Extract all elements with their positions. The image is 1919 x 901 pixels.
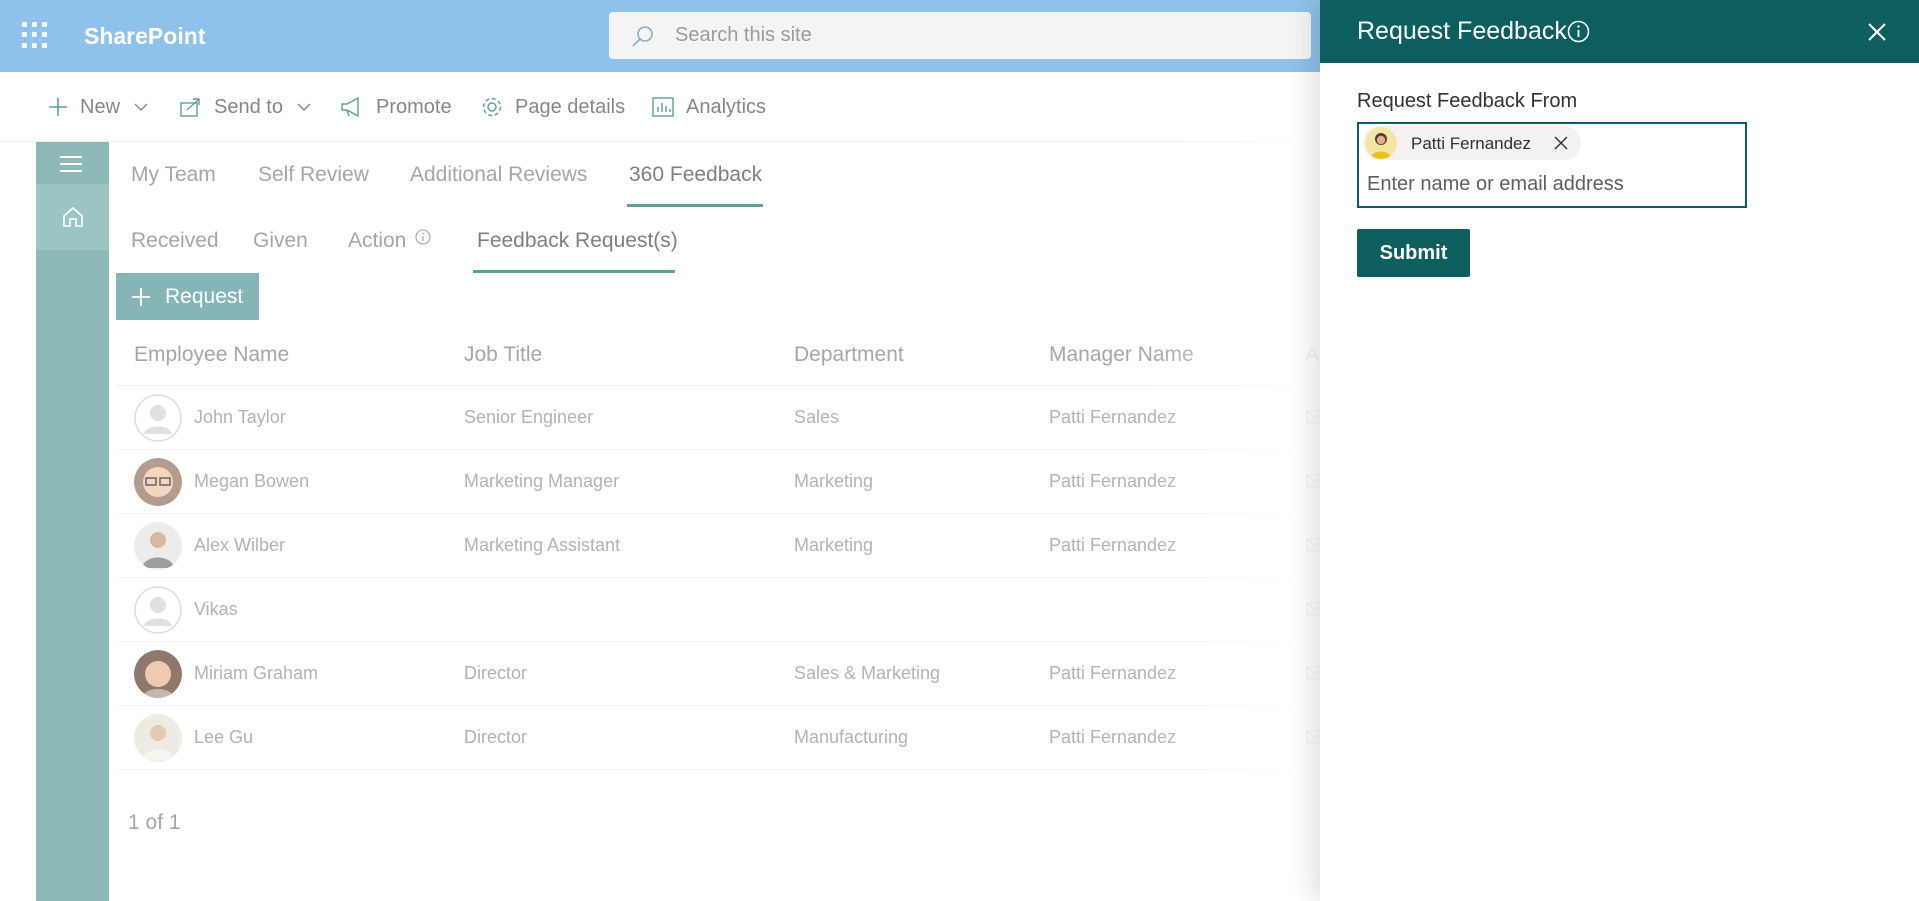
department: Manufacturing xyxy=(794,727,909,747)
department: Marketing xyxy=(794,535,874,555)
home-nav-button[interactable] xyxy=(36,184,109,250)
job-title: Marketing Assistant xyxy=(464,535,621,555)
tab-received[interactable]: Received xyxy=(131,229,219,253)
manager-name: Patti Fernandez xyxy=(1049,407,1177,427)
new-button[interactable]: New xyxy=(48,93,148,121)
department: Marketing xyxy=(794,471,874,491)
avatar-placeholder xyxy=(134,394,182,442)
close-icon[interactable] xyxy=(1863,18,1891,46)
hamburger-menu-icon[interactable] xyxy=(60,156,84,176)
plus-icon xyxy=(132,287,150,306)
table-row[interactable]: Alex Wilber Marketing Assistant Marketin… xyxy=(116,514,1324,578)
employee-name: Alex Wilber xyxy=(194,535,286,555)
megaphone-icon xyxy=(341,97,359,117)
job-title: Senior Engineer xyxy=(464,407,594,427)
tab-360-feedback[interactable]: 360 Feedback xyxy=(629,163,762,187)
header-job-title[interactable]: Job Title xyxy=(464,343,542,367)
department: Sales xyxy=(794,407,840,427)
info-icon xyxy=(415,229,431,245)
command-bar: New Send to Promote Page details Analyti… xyxy=(0,72,1320,142)
header-manager-name[interactable]: Manager Name xyxy=(1049,343,1194,367)
panel-title: Request Feedback xyxy=(1357,17,1567,45)
home-icon xyxy=(62,206,83,227)
tab-action[interactable]: Action xyxy=(348,229,431,253)
gear-icon xyxy=(482,97,502,117)
page-details-button[interactable]: Page details xyxy=(481,93,625,121)
active-subtab-indicator xyxy=(473,270,675,273)
avatar-photo xyxy=(134,458,182,506)
department: Sales & Marketing xyxy=(794,663,941,683)
chevron-down-icon xyxy=(134,103,148,111)
manager-name: Patti Fernandez xyxy=(1049,471,1177,491)
employee-name: Megan Bowen xyxy=(194,471,310,491)
table-row[interactable]: Megan Bowen Marketing Manager Marketing … xyxy=(116,450,1324,514)
submit-button[interactable]: Submit xyxy=(1357,229,1470,277)
left-nav xyxy=(36,142,109,901)
people-search-input[interactable] xyxy=(1367,170,1737,198)
table-row[interactable]: Lee Gu Director Manufacturing Patti Fern… xyxy=(116,706,1324,770)
request-label: Request xyxy=(165,284,244,308)
analytics-label: Analytics xyxy=(686,95,767,118)
pagination-text: 1 of 1 xyxy=(128,811,181,834)
send-to-label: Send to xyxy=(214,95,283,118)
table-row[interactable]: Vikas xyxy=(116,578,1324,642)
share-icon xyxy=(180,98,200,117)
header-employee-name[interactable]: Employee Name xyxy=(134,343,289,367)
employee-name: Miriam Graham xyxy=(194,663,319,683)
promote-label: Promote xyxy=(376,95,452,118)
selected-person-chip[interactable]: Patti Fernandez xyxy=(1363,126,1581,160)
analytics-button[interactable]: Analytics xyxy=(652,93,766,121)
avatar-photo xyxy=(134,650,182,698)
send-to-button[interactable]: Send to xyxy=(180,93,311,121)
employee-name: Vikas xyxy=(194,599,238,619)
job-title: Director xyxy=(464,727,528,747)
avatar-placeholder xyxy=(134,586,182,634)
new-label: New xyxy=(80,95,121,118)
app-launcher-icon[interactable] xyxy=(22,22,48,48)
tab-action-label: Action xyxy=(348,229,407,252)
selected-person-name: Patti Fernandez xyxy=(1411,134,1532,153)
tab-given[interactable]: Given xyxy=(253,229,308,253)
avatar-photo xyxy=(134,714,182,762)
search-input[interactable] xyxy=(675,20,1275,51)
request-feedback-panel: Request Feedback Request Feedback From P… xyxy=(1320,0,1919,901)
employee-name: John Taylor xyxy=(194,407,286,427)
promote-button[interactable]: Promote xyxy=(340,93,452,121)
request-button[interactable]: Request xyxy=(116,273,259,320)
employee-name: Lee Gu xyxy=(194,727,254,747)
header-department[interactable]: Department xyxy=(794,343,904,367)
people-picker[interactable]: Patti Fernandez xyxy=(1357,122,1747,208)
info-icon[interactable] xyxy=(1567,20,1590,43)
remove-icon[interactable] xyxy=(1553,135,1569,151)
avatar xyxy=(1365,127,1397,159)
search-box[interactable] xyxy=(609,12,1311,59)
table-row[interactable]: John Taylor Senior Engineer Sales Patti … xyxy=(116,386,1324,450)
tab-additional-reviews[interactable]: Additional Reviews xyxy=(410,163,587,187)
page-details-label: Page details xyxy=(515,95,626,118)
tab-feedback-requests[interactable]: Feedback Request(s) xyxy=(477,229,678,253)
job-title: Director xyxy=(464,663,528,683)
manager-name: Patti Fernandez xyxy=(1049,663,1177,683)
manager-name: Patti Fernandez xyxy=(1049,535,1177,555)
analytics-icon xyxy=(652,97,674,117)
request-from-label: Request Feedback From xyxy=(1357,90,1578,112)
job-title: Marketing Manager xyxy=(464,471,620,491)
avatar-photo xyxy=(134,522,182,570)
manager-name: Patti Fernandez xyxy=(1049,727,1177,747)
plus-icon xyxy=(49,98,67,116)
search-icon xyxy=(632,26,653,47)
tab-self-review[interactable]: Self Review xyxy=(258,163,369,187)
active-tab-indicator xyxy=(627,204,763,207)
table-row[interactable]: Miriam Graham Director Sales & Marketing… xyxy=(116,642,1324,706)
tab-my-team[interactable]: My Team xyxy=(131,163,216,187)
chevron-down-icon xyxy=(297,103,311,111)
app-name[interactable]: SharePoint xyxy=(84,23,205,50)
panel-header: Request Feedback xyxy=(1320,0,1919,63)
